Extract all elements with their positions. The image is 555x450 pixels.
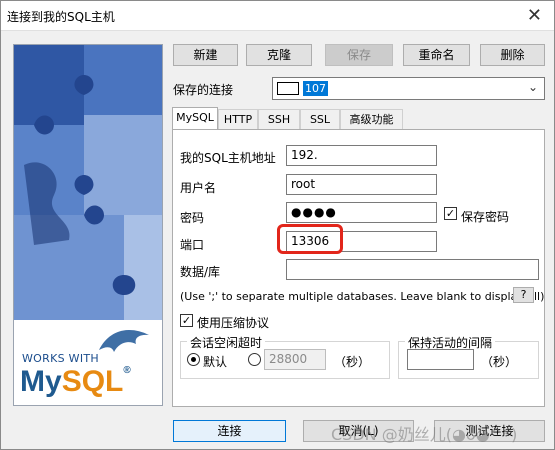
new-button[interactable]: 新建 — [173, 44, 238, 66]
timeout-unit: （秒） — [334, 355, 371, 369]
timeout-default-radio[interactable] — [187, 353, 200, 366]
close-icon[interactable]: ✕ — [527, 5, 542, 26]
keepalive-unit: （秒） — [481, 355, 518, 369]
tab-ssl[interactable]: SSL — [300, 109, 340, 129]
port-input[interactable]: 13306 — [286, 231, 437, 252]
mysql-logo: WORKS WITH MySQL® — [14, 320, 162, 405]
dolphin-icon — [99, 330, 149, 352]
timeout-custom-radio[interactable] — [248, 353, 261, 366]
connect-dialog: 连接到我的SQL主机 ✕ WORKS WITH MySQL® 新建 克隆 保存 … — [0, 0, 555, 450]
password-input[interactable]: ●●●● — [286, 202, 437, 223]
tab-mysql[interactable]: MySQL — [172, 107, 218, 130]
port-label: 端口 — [180, 238, 205, 252]
saved-connection-label: 保存的连接 — [173, 83, 234, 97]
database-input[interactable] — [286, 259, 539, 280]
database-label: 数据/库 — [180, 265, 221, 279]
cancel-button[interactable]: 取消(L) — [303, 420, 414, 442]
keepalive-input[interactable] — [407, 349, 474, 370]
timeout-default-label: 默认 — [203, 355, 228, 369]
test-connection-button[interactable]: 测试连接 — [434, 420, 545, 442]
save-password-checkbox[interactable]: ✓ — [444, 207, 457, 220]
color-swatch — [277, 82, 299, 95]
rename-button[interactable]: 重命名 — [403, 44, 470, 66]
delete-button[interactable]: 删除 — [480, 44, 545, 66]
save-password-label: 保存密码 — [461, 210, 510, 224]
user-input[interactable]: root — [286, 174, 437, 195]
mysql-wordmark: MySQL® — [20, 365, 131, 398]
session-timeout-title: 会话空闲超时 — [187, 334, 266, 351]
database-hint: (Use ';' to separate multiple databases.… — [180, 290, 545, 303]
tab-ssh[interactable]: SSH — [258, 109, 300, 129]
tab-advanced[interactable]: 高级功能 — [340, 109, 403, 129]
host-input[interactable]: 192. — [286, 145, 437, 166]
works-with-text: WORKS WITH — [22, 352, 99, 365]
window-title: 连接到我的SQL主机 — [7, 10, 115, 24]
puzzle-pieces-image — [14, 45, 162, 320]
title-bar: 连接到我的SQL主机 ✕ — [1, 1, 554, 31]
clone-button[interactable]: 克隆 — [246, 44, 312, 66]
password-label: 密码 — [180, 211, 205, 225]
connect-button[interactable]: 连接 — [173, 420, 286, 442]
saved-connection-value: 107 — [303, 81, 328, 96]
saved-connection-select[interactable]: 107 ⌄ — [272, 77, 545, 100]
works-with-mysql-image: WORKS WITH MySQL® — [13, 44, 163, 406]
host-label: 我的SQL主机地址 — [180, 151, 276, 165]
save-button[interactable]: 保存 — [325, 44, 393, 66]
timeout-input[interactable]: 28800 — [264, 349, 326, 370]
user-label: 用户名 — [180, 181, 217, 195]
tab-http[interactable]: HTTP — [218, 109, 258, 129]
compress-checkbox[interactable]: ✓ — [180, 314, 193, 327]
compress-label: 使用压缩协议 — [197, 316, 270, 330]
help-button[interactable]: ? — [513, 287, 534, 303]
chevron-down-icon[interactable]: ⌄ — [528, 80, 538, 94]
